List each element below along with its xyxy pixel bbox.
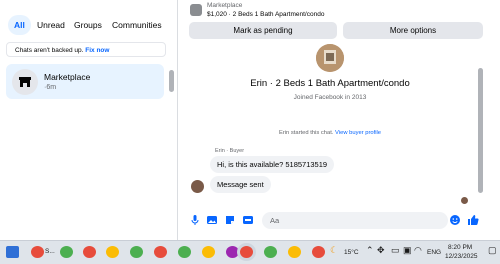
listing-photo [316,44,344,72]
conversation-scrollbar[interactable] [478,68,483,193]
chat-title: Erin · 2 Beds 1 Bath Apartment/condo [250,78,410,89]
listing-thumbnail [190,4,202,16]
clock-time[interactable]: 8:20 PM [448,244,472,251]
storefront-icon [19,77,31,87]
listing-label: Marketplace [207,2,243,9]
move-icon[interactable]: ✥ [377,245,385,256]
thumbs-up-icon[interactable] [467,214,479,226]
display-icon[interactable]: ▣ [403,245,412,256]
joined-info: Joined Facebook in 2013 [293,94,367,101]
app-icon[interactable] [31,246,44,258]
app-icon[interactable] [226,246,239,258]
message-input[interactable]: Aa [262,212,448,229]
backup-banner: Chats aren't backed up. Fix now [6,42,166,57]
conversation-item-marketplace[interactable]: Marketplace ·6m [6,64,164,99]
sender-label: Erin · Buyer [215,148,245,154]
message-bubble: Message sent [210,176,271,193]
start-icon[interactable] [6,246,19,258]
chrome-icon[interactable] [202,246,215,258]
chrome-icon[interactable] [288,246,301,258]
chrome-icon[interactable] [264,246,277,258]
sticker-icon[interactable] [224,214,236,226]
chat-started-notice: Erin started this chat. View buyer profi… [178,130,482,136]
microphone-icon[interactable] [189,214,201,226]
chrome-icon[interactable] [154,246,167,258]
listing-title: $1,020 · 2 Beds 1 Bath Apartment/condo [207,11,325,18]
chrome-active-icon[interactable] [240,246,253,258]
view-buyer-profile-link[interactable]: View buyer profile [335,130,381,136]
emoji-icon[interactable] [449,214,461,226]
chrome-icon[interactable] [178,246,191,258]
battery-icon[interactable]: ▭ [391,245,400,256]
chrome-icon[interactable] [130,246,143,258]
chevron-up-icon[interactable]: ⌃ [366,245,374,256]
seen-avatar [461,197,468,204]
filter-communities[interactable]: Communities [106,15,168,35]
taskbar-label: S... [45,248,55,255]
photo-icon[interactable] [206,214,218,226]
more-options-button[interactable]: More options [343,22,483,39]
gif-icon[interactable] [242,214,254,226]
mark-as-pending-button[interactable]: Mark as pending [189,22,337,39]
chrome-icon[interactable] [83,246,96,258]
chat-started-text: Erin started this chat. [278,130,334,136]
chrome-icon[interactable] [60,246,73,258]
notification-icon[interactable]: ▢ [488,245,497,256]
wifi-icon[interactable]: ◠ [414,245,422,256]
weather-temp: 15°C [344,249,359,256]
chrome-icon[interactable] [312,246,325,258]
filter-all[interactable]: All [8,15,31,35]
buyer-avatar [191,180,204,193]
fix-now-link[interactable]: Fix now [85,47,109,54]
conversation-time: ·6m [44,84,57,91]
listing-photo-image [316,44,344,72]
clock-date[interactable]: 12/23/2025 [445,253,478,260]
chat-list-pane: All Unread Groups Communities [0,0,178,240]
chat-list-scrollbar[interactable] [169,70,174,92]
weather-icon[interactable]: ☾ [330,245,338,256]
marketplace-avatar [12,69,38,95]
filter-unread[interactable]: Unread [31,15,71,35]
conversation-name: Marketplace [44,72,91,82]
chrome-icon[interactable] [106,246,119,258]
backup-text: Chats aren't backed up. [15,47,84,54]
message-bubble: Hi, is this available? 5185713519 [210,156,335,173]
language-indicator[interactable]: ENG [427,249,441,256]
filter-groups[interactable]: Groups [68,15,108,35]
